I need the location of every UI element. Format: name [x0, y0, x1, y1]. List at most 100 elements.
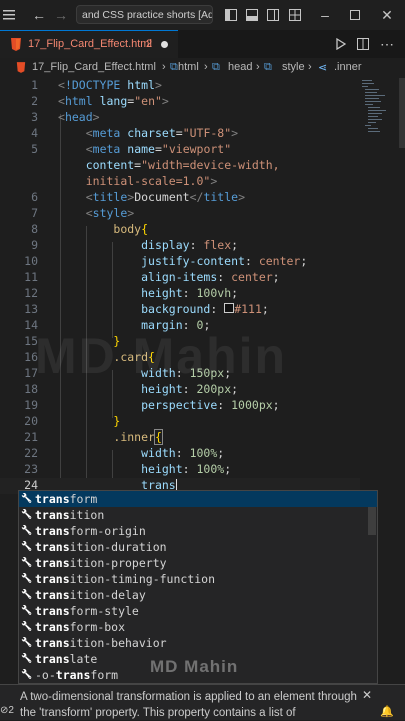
back-arrow-icon[interactable]: ← [30, 6, 48, 24]
layout-customize-icon[interactable] [286, 6, 304, 24]
suggest-item[interactable]: 🔧 transition-property [19, 555, 377, 571]
tab-label: 17_Flip_Card_Effect.html [28, 38, 152, 50]
close-icon[interactable]: ✕ [378, 6, 396, 24]
suggest-item[interactable]: 🔧 transform [19, 491, 377, 507]
autocomplete-suggest-widget: 🔧 transform 🔧 transition 🔧 transform-origin 🔧 t… [18, 490, 378, 684]
wrench-icon: 🔧 [21, 542, 33, 552]
breadcrumb-item-style[interactable]: style [282, 61, 305, 73]
code-line: 3 <head> [31, 110, 100, 124]
wrench-icon: 🔧 [21, 670, 33, 680]
code-line: 2 <html lang="en"> [31, 94, 169, 108]
code-line: content="width=device-width, [85, 158, 280, 172]
wrench-icon: 🔧 [21, 510, 33, 520]
tag-icon: ⧉ [264, 61, 272, 73]
suggest-item-label: translate [35, 652, 98, 666]
minimize-icon[interactable]: – [316, 6, 334, 24]
suggest-item[interactable]: 🔧 transform-origin [19, 523, 377, 539]
suggest-item[interactable]: 🔧 transition-delay [19, 587, 377, 603]
breadcrumb-item-inner[interactable]: .inner [334, 61, 362, 73]
suggest-item-label: transition-timing-function [35, 572, 216, 586]
minimap[interactable] [360, 78, 398, 148]
editor-scrollbar[interactable] [399, 78, 405, 148]
suggest-item[interactable]: 🔧 transition-duration [19, 539, 377, 555]
suggest-docs-text: A two-dimensional transformation is appl… [20, 691, 357, 719]
wrench-icon: 🔧 [21, 654, 33, 664]
forward-arrow-icon[interactable]: → [52, 6, 70, 24]
layout-sidebar-icon[interactable] [222, 6, 240, 24]
suggest-item[interactable]: 🔧 transition-behavior [19, 635, 377, 651]
command-center-search[interactable]: and CSS practice shorts [Adm [76, 5, 213, 24]
code-line: 9 display: flex; [31, 238, 239, 252]
html-file-icon [16, 62, 26, 73]
code-line: 7 <style> [31, 206, 135, 220]
breadcrumb-item-file[interactable]: 17_Flip_Card_Effect.html [32, 61, 156, 73]
color-swatch-icon[interactable] [224, 303, 235, 313]
problem-count-badge: 2 [146, 38, 153, 50]
suggest-item-label: transition-property [35, 556, 167, 570]
suggest-item-label: transform-origin [35, 524, 146, 538]
code-line: 13 background: #111; [24, 302, 269, 316]
title-bar: ← → and CSS practice shorts [Adm – ✕ [0, 0, 405, 31]
more-actions-icon[interactable]: ⋯ [378, 35, 396, 53]
code-editor[interactable]: 1 <!DOCTYPE html> 2 <html lang="en"> 3 <hea… [0, 78, 405, 494]
code-line: 19 perspective: 1000px; [24, 398, 280, 412]
suggest-item-label: -o-transform [35, 668, 119, 682]
code-line: 12 height: 100vh; [24, 286, 239, 300]
code-line: 8 body{ [31, 222, 149, 236]
code-line: 21 .inner{ [24, 429, 163, 445]
problems-count[interactable]: ⊘2 [0, 705, 14, 716]
breadcrumb: 17_Flip_Card_Effect.html › ⧉ html › ⧉ he… [0, 58, 405, 78]
chevron-right-icon: › [308, 61, 312, 73]
breadcrumb-item-html[interactable]: html [178, 61, 199, 73]
chevron-right-icon: › [204, 61, 208, 73]
menu-icon[interactable] [0, 6, 18, 24]
symbol-class-icon: ⋖ [318, 62, 328, 74]
watermark-small: MD Mahin [150, 657, 239, 676]
suggest-item-label: transition-duration [35, 540, 167, 554]
close-icon[interactable]: ✕ [362, 688, 372, 702]
chevron-right-icon: › [162, 61, 166, 73]
html-file-icon [11, 38, 21, 51]
layout-panel-icon[interactable] [243, 6, 261, 24]
wrench-icon: 🔧 [21, 494, 33, 504]
suggest-item[interactable]: 🔧 transform-box [19, 619, 377, 635]
code-line: 11 align-items: center; [24, 270, 280, 284]
suggest-item[interactable]: 🔧 transition [19, 507, 377, 523]
watermark-large: MD Mahin [35, 328, 288, 384]
wrench-icon: 🔧 [21, 526, 33, 536]
tab-active-file[interactable]: 17_Flip_Card_Effect.html 2 [0, 30, 178, 58]
breadcrumb-item-head[interactable]: head [228, 61, 252, 73]
wrench-icon: 🔧 [21, 574, 33, 584]
wrench-icon: 🔧 [21, 638, 33, 648]
code-line: 23 height: 100%; [24, 462, 232, 476]
maximize-icon[interactable] [346, 6, 364, 24]
code-line: 20 } [24, 414, 121, 428]
wrench-icon: 🔧 [21, 606, 33, 616]
code-line: 10 justify-content: center; [24, 254, 308, 268]
code-line: 4 <meta charset="UTF-8"> [31, 126, 239, 140]
layout-sidebar-right-icon[interactable] [264, 6, 282, 24]
suggest-item-label: transform [35, 492, 98, 506]
wrench-icon: 🔧 [21, 590, 33, 600]
chevron-right-icon: › [256, 61, 260, 73]
wrench-icon: 🔧 [21, 558, 33, 568]
wrench-icon: 🔧 [21, 622, 33, 632]
code-line: 6 <title>Document</title> [31, 190, 246, 204]
suggest-item-label: transform-box [35, 620, 126, 634]
suggest-item[interactable]: 🔧 transform-style [19, 603, 377, 619]
code-line: 1 <!DOCTYPE html> [31, 78, 162, 92]
suggest-item-label: transform-style [35, 604, 139, 618]
suggest-item-label: transition-delay [35, 588, 146, 602]
tab-bar: 17_Flip_Card_Effect.html 2 ⋯ [0, 30, 405, 59]
code-line: initial-scale=1.0"> [85, 174, 218, 188]
tag-icon: ⧉ [170, 61, 178, 73]
run-icon[interactable] [332, 35, 350, 53]
suggest-details-panel: A two-dimensional transformation is appl… [0, 684, 405, 720]
tag-icon: ⧉ [212, 61, 220, 73]
split-editor-icon[interactable] [354, 35, 372, 53]
suggest-item-label: transition-behavior [35, 636, 167, 650]
suggest-item[interactable]: 🔧 transition-timing-function [19, 571, 377, 587]
unsaved-dot-icon[interactable] [161, 41, 168, 48]
code-line: 5 <meta name="viewport" [31, 142, 232, 156]
bell-icon[interactable]: 🔔 [380, 705, 394, 718]
